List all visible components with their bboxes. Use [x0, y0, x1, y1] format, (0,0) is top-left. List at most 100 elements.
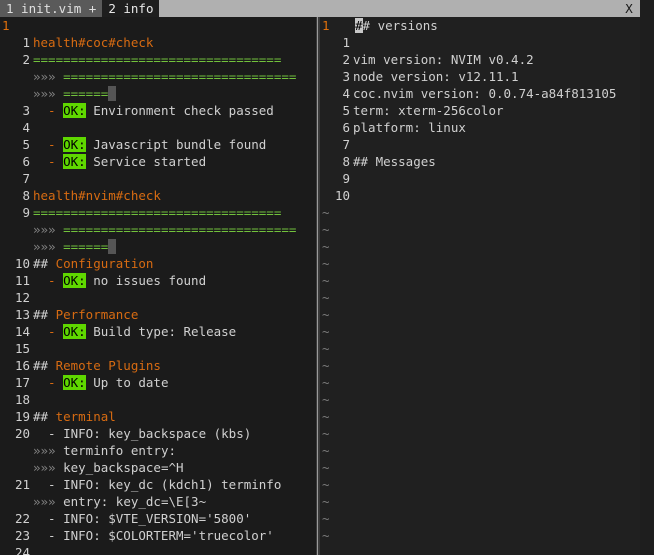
code-line[interactable]: 4 coc.nvim version: 0.0.74-a84f813105	[320, 85, 640, 102]
code-line[interactable]: 5 - OK: Javascript bundle found	[0, 136, 316, 153]
code-line[interactable]: »»» ======	[0, 238, 316, 255]
code-line[interactable]: 8 ## Messages	[320, 153, 640, 170]
tilde-marker: ~	[322, 443, 330, 458]
separator-text: ======	[63, 239, 109, 254]
code-line[interactable]: 9	[320, 170, 640, 187]
info-text: - INFO: key_dc (kdch1) terminfo	[33, 477, 282, 492]
tab-info[interactable]: 2 info	[102, 0, 160, 17]
line-text: - OK: Javascript bundle found	[33, 136, 316, 153]
code-line[interactable]: 15	[0, 340, 316, 357]
line-text	[353, 34, 640, 51]
line-number: 21	[14, 477, 30, 492]
tilde-marker: ~	[322, 392, 330, 407]
code-line[interactable]: 6 - OK: Service started	[0, 153, 316, 170]
empty-buffer-line: ~	[320, 425, 640, 442]
line-number: 24	[14, 545, 30, 555]
line-text	[353, 136, 640, 153]
bullet-dash: -	[33, 375, 64, 390]
line-text	[33, 544, 316, 555]
ok-badge: OK:	[63, 103, 86, 118]
code-line[interactable]: 10	[320, 187, 640, 204]
code-line[interactable]: »»» ======	[0, 85, 316, 102]
line-text	[33, 340, 316, 357]
empty-buffer-line: ~	[320, 527, 640, 544]
code-line[interactable]: 11 - OK: no issues found	[0, 272, 316, 289]
code-line[interactable]: 20 - INFO: key_backspace (kbs)	[0, 425, 316, 442]
line-number: 12	[14, 290, 30, 305]
line-number: 2	[22, 52, 30, 67]
empty-buffer-line: ~	[320, 510, 640, 527]
empty-buffer-line: ~	[320, 391, 640, 408]
left-window-checkhealth[interactable]: 1 1 health#coc#check 2 =====================…	[0, 17, 316, 555]
line-text: »»» key_backspace=^H	[33, 459, 316, 476]
code-line[interactable]: 1	[320, 34, 640, 51]
separator-text: ===============================	[63, 222, 297, 237]
code-line[interactable]: 19 ## terminal	[0, 408, 316, 425]
code-line[interactable]: 3 node version: v12.11.1	[320, 68, 640, 85]
bullet-dash: -	[33, 103, 64, 118]
info-text: - INFO: $COLORTERM='truecolor'	[33, 528, 274, 543]
tilde-marker: ~	[322, 239, 330, 254]
line-text: =================================	[33, 51, 316, 68]
empty-buffer-line: ~	[320, 255, 640, 272]
code-line[interactable]: 9 =================================	[0, 204, 316, 221]
code-line[interactable]: 7	[0, 170, 316, 187]
line-number: 11	[14, 273, 30, 288]
line-text: - OK: Build type: Release	[33, 323, 316, 340]
code-line[interactable]: 6 platform: linux	[320, 119, 640, 136]
code-line[interactable]: 12	[0, 289, 316, 306]
section-prefix: ##	[33, 358, 56, 373]
code-line[interactable]: 7	[320, 136, 640, 153]
wrap-marker: »»»	[33, 239, 64, 254]
code-line[interactable]: »»» ===============================	[0, 68, 316, 85]
code-line[interactable]: 4	[0, 119, 316, 136]
empty-buffer-line: ~	[320, 323, 640, 340]
code-line[interactable]: 8 health#nvim#check	[0, 187, 316, 204]
code-line[interactable]: »»» key_backspace=^H	[0, 459, 316, 476]
wrap-marker: »»»	[33, 494, 64, 509]
empty-buffer-line: ~	[320, 204, 640, 221]
empty-buffer-line: ~	[320, 221, 640, 238]
code-line[interactable]: 17 - OK: Up to date	[0, 374, 316, 391]
code-line[interactable]: 1 health#coc#check	[0, 34, 316, 51]
code-line[interactable]: 13 ## Performance	[0, 306, 316, 323]
code-line[interactable]: 22 - INFO: $VTE_VERSION='5800'	[0, 510, 316, 527]
tilde-marker: ~	[322, 494, 330, 509]
bullet-dash: -	[33, 137, 64, 152]
close-tab-button[interactable]: X	[618, 0, 640, 17]
code-line[interactable]: »»» ===============================	[0, 221, 316, 238]
ok-badge: OK:	[63, 154, 86, 169]
code-line[interactable]: »»» terminfo entry:	[0, 442, 316, 459]
code-line[interactable]: 24	[0, 544, 316, 555]
line-number	[0, 68, 33, 85]
info-text: entry: key_dc=\E[3~	[63, 494, 207, 509]
ok-badge: OK:	[63, 273, 86, 288]
code-line[interactable]: 21 - INFO: key_dc (kdch1) terminfo	[0, 476, 316, 493]
line-number: 7	[342, 137, 350, 152]
tilde-marker: ~	[322, 205, 330, 220]
code-line[interactable]: 1 ## versions	[320, 17, 640, 34]
code-line[interactable]: 2 vim version: NVIM v0.4.2	[320, 51, 640, 68]
section-title: Performance	[55, 307, 139, 322]
line-number: 3	[342, 69, 350, 84]
tabline-fill	[159, 0, 618, 17]
message-text: Up to date	[85, 375, 169, 390]
line-number: 4	[342, 86, 350, 101]
tab-init-vim[interactable]: 1 init.vim +	[0, 0, 103, 17]
code-line[interactable]: 2 =================================	[0, 51, 316, 68]
code-line[interactable]: 18	[0, 391, 316, 408]
code-line[interactable]: 16 ## Remote Plugins	[0, 357, 316, 374]
code-line[interactable]: 23 - INFO: $COLORTERM='truecolor'	[0, 527, 316, 544]
code-line[interactable]: 5 term: xterm-256color	[320, 102, 640, 119]
empty-buffer-line: ~	[320, 493, 640, 510]
message-text: Environment check passed	[85, 103, 274, 118]
line-text: - INFO: $VTE_VERSION='5800'	[33, 510, 316, 527]
code-line[interactable]: 14 - OK: Build type: Release	[0, 323, 316, 340]
right-window-info[interactable]: 1 ## versions 1 2 vim version: NVIM v0.4.2 3 n…	[320, 17, 640, 555]
line-text: health#nvim#check	[33, 187, 316, 204]
code-line[interactable]: 3 - OK: Environment check passed	[0, 102, 316, 119]
line-text: - INFO: $COLORTERM='truecolor'	[33, 527, 316, 544]
code-line[interactable]: »»» entry: key_dc=\E[3~	[0, 493, 316, 510]
code-line[interactable]: 10 ## Configuration	[0, 255, 316, 272]
line-number: 4	[22, 120, 30, 135]
